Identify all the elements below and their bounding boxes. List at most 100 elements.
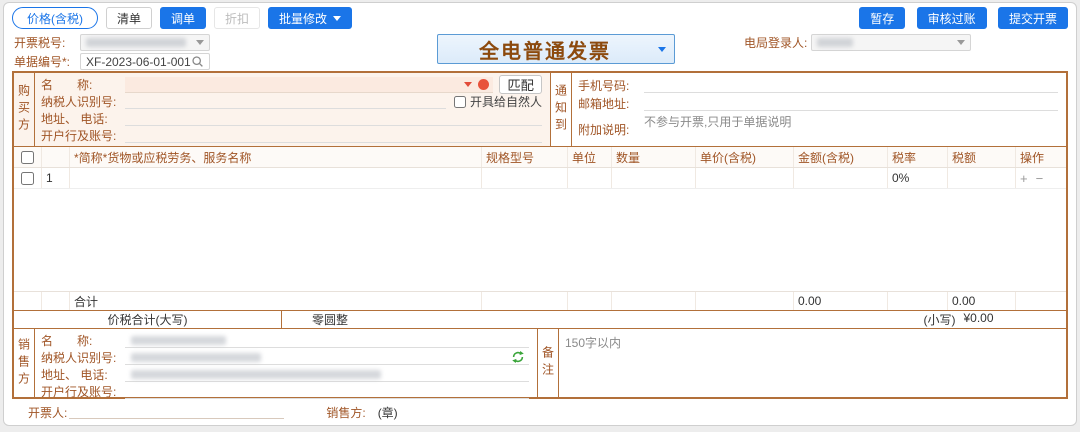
notify-phone-label: 手机号码: — [578, 77, 640, 94]
col-header-tax-rate: 税率 — [888, 147, 948, 167]
notify-fields: 手机号码: 邮箱地址: 附加说明: 不参与开票,只用于单据说明 — [572, 73, 1066, 146]
remark-placeholder: 150字以内 — [565, 334, 1058, 351]
row-spec-cell[interactable] — [482, 168, 568, 188]
remove-row-icon[interactable]: − — [1036, 171, 1044, 186]
col-header-qty: 数量 — [612, 147, 696, 167]
buyer-name-input[interactable] — [125, 77, 493, 93]
subtotal-words-value: 零圆整 — [282, 311, 851, 328]
subtotal-words-label: 价税合计(大写) — [14, 311, 282, 328]
remark-section-label: 备注 — [538, 329, 559, 397]
tax-no-select[interactable] — [80, 34, 210, 51]
submit-invoice-button[interactable]: 提交开票 — [998, 7, 1068, 29]
header-fields-left: 开票税号: 单据编号*: XF-2023-06-01-001 — [14, 33, 414, 71]
remark-section: 备注 150字以内 — [538, 329, 1066, 397]
buyer-taxid-input[interactable] — [125, 94, 446, 109]
doc-no-input[interactable]: XF-2023-06-01-001 — [80, 53, 210, 70]
row-name-cell[interactable] — [70, 168, 482, 188]
row-index: 1 — [42, 168, 70, 188]
subtotal-figures-label: (小写) — [923, 311, 955, 328]
list-button[interactable]: 清单 — [106, 7, 152, 29]
chevron-down-icon[interactable] — [464, 82, 472, 87]
table-empty-area — [14, 189, 1066, 291]
redacted-value — [817, 38, 853, 47]
seller-address-row: 地址、 电话: — [41, 366, 529, 383]
save-draft-button[interactable]: 暂存 — [859, 7, 905, 29]
doc-no-value: XF-2023-06-01-001 — [86, 55, 191, 69]
redacted-value — [86, 38, 186, 47]
footer-row: 开票人: 销售方: (章) — [4, 399, 1076, 425]
tax-no-field-row: 开票税号: — [14, 33, 414, 52]
row-tax-rate-cell[interactable]: 0% — [888, 168, 948, 188]
doc-no-label: 单据编号*: — [14, 53, 76, 70]
bureau-login-field-row: 电局登录人: — [744, 33, 971, 52]
notify-email-input[interactable] — [644, 96, 1058, 111]
price-incl-tax-button[interactable]: 价格(含税) — [12, 7, 98, 29]
buyer-notify-row: 购买方 名 称: 匹配 纳税人识别号: — [14, 73, 1066, 147]
bureau-login-label: 电局登录人: — [744, 34, 807, 51]
col-header-tax-amount: 税额 — [948, 147, 1016, 167]
notify-email-row: 邮箱地址: — [578, 95, 1058, 112]
subtotal-row: 价税合计(大写) 零圆整 (小写) ¥0.00 — [14, 310, 1066, 329]
toolbar: 价格(含税) 清单 调单 折扣 批量修改 暂存 审核过账 提交开票 — [4, 3, 1076, 31]
row-qty-cell[interactable] — [612, 168, 696, 188]
buyer-bank-input[interactable] — [125, 128, 542, 143]
seller-section: 销售方 名 称: 纳税人识别号: — [14, 329, 538, 397]
natural-person-checkbox[interactable] — [454, 96, 466, 108]
discount-button: 折扣 — [214, 7, 260, 29]
pull-doc-button[interactable]: 调单 — [160, 7, 206, 29]
chevron-down-icon — [333, 16, 341, 21]
match-button[interactable]: 匹配 — [499, 75, 542, 94]
row-price-cell[interactable] — [696, 168, 794, 188]
notify-note-input[interactable]: 不参与开票,只用于单据说明 — [644, 113, 1058, 130]
seller-address-label: 地址、 电话: — [41, 366, 121, 383]
row-tax-amount-cell[interactable] — [948, 168, 1016, 188]
footer-seller-label: 销售方: — [326, 404, 365, 421]
seller-name-input[interactable] — [125, 333, 529, 348]
notify-section-label: 通知到 — [551, 73, 572, 146]
redacted-value — [131, 353, 261, 362]
buyer-address-label: 地址、 电话: — [41, 110, 121, 127]
col-header-index — [42, 147, 70, 167]
natural-person-option[interactable]: 开具给自然人 — [454, 93, 542, 110]
select-all-checkbox[interactable] — [21, 151, 34, 164]
alert-dot-icon[interactable] — [478, 79, 489, 90]
buyer-address-input[interactable] — [125, 111, 542, 126]
seller-bank-input[interactable] — [125, 384, 529, 399]
refresh-icon[interactable] — [511, 350, 525, 364]
row-checkbox[interactable] — [21, 172, 34, 185]
notify-phone-row: 手机号码: — [578, 77, 1058, 94]
batch-modify-button[interactable]: 批量修改 — [268, 7, 352, 29]
issuer-input[interactable] — [69, 405, 284, 419]
col-header-op: 操作 — [1016, 147, 1066, 167]
chevron-down-icon — [957, 40, 965, 45]
col-header-unit: 单位 — [568, 147, 612, 167]
notify-note-row: 附加说明: 不参与开票,只用于单据说明 — [578, 113, 1058, 143]
row-unit-cell[interactable] — [568, 168, 612, 188]
remark-input[interactable]: 150字以内 — [559, 329, 1066, 397]
audit-post-button[interactable]: 审核过账 — [917, 7, 987, 29]
seller-taxid-label: 纳税人识别号: — [41, 349, 121, 366]
subtotal-figures: (小写) ¥0.00 — [851, 311, 1066, 328]
row-amount-cell[interactable] — [794, 168, 888, 188]
buyer-section: 购买方 名 称: 匹配 纳税人识别号: — [14, 73, 551, 146]
table-row: 1 0% + − — [14, 168, 1066, 189]
table-total-row: 合计 0.00 0.00 — [14, 291, 1066, 310]
notify-note-placeholder: 不参与开票,只用于单据说明 — [644, 115, 791, 129]
buyer-taxid-label: 纳税人识别号: — [41, 93, 121, 110]
seller-taxid-input[interactable] — [125, 350, 529, 365]
bureau-login-select[interactable] — [811, 34, 971, 51]
search-icon[interactable] — [191, 55, 204, 68]
seller-address-input[interactable] — [125, 367, 529, 382]
redacted-value — [131, 336, 226, 345]
stamp-label: (章) — [378, 404, 398, 421]
invoice-type-select[interactable]: 全电普通发票 — [437, 34, 675, 64]
buyer-address-row: 地址、 电话: — [41, 110, 542, 127]
seller-remark-row: 销售方 名 称: 纳税人识别号: — [14, 329, 1066, 397]
header-fields-right: 电局登录人: — [698, 33, 1066, 52]
seller-name-label: 名 称: — [41, 332, 121, 349]
notify-phone-input[interactable] — [644, 78, 1058, 93]
add-row-icon[interactable]: + — [1020, 171, 1028, 186]
buyer-taxid-row: 纳税人识别号: 开具给自然人 — [41, 93, 542, 110]
col-header-name: *简称*货物或应税劳务、服务名称 — [70, 147, 482, 167]
notify-section: 通知到 手机号码: 邮箱地址: 附加说明: 不参与开票,只用于单据说明 — [551, 73, 1066, 146]
